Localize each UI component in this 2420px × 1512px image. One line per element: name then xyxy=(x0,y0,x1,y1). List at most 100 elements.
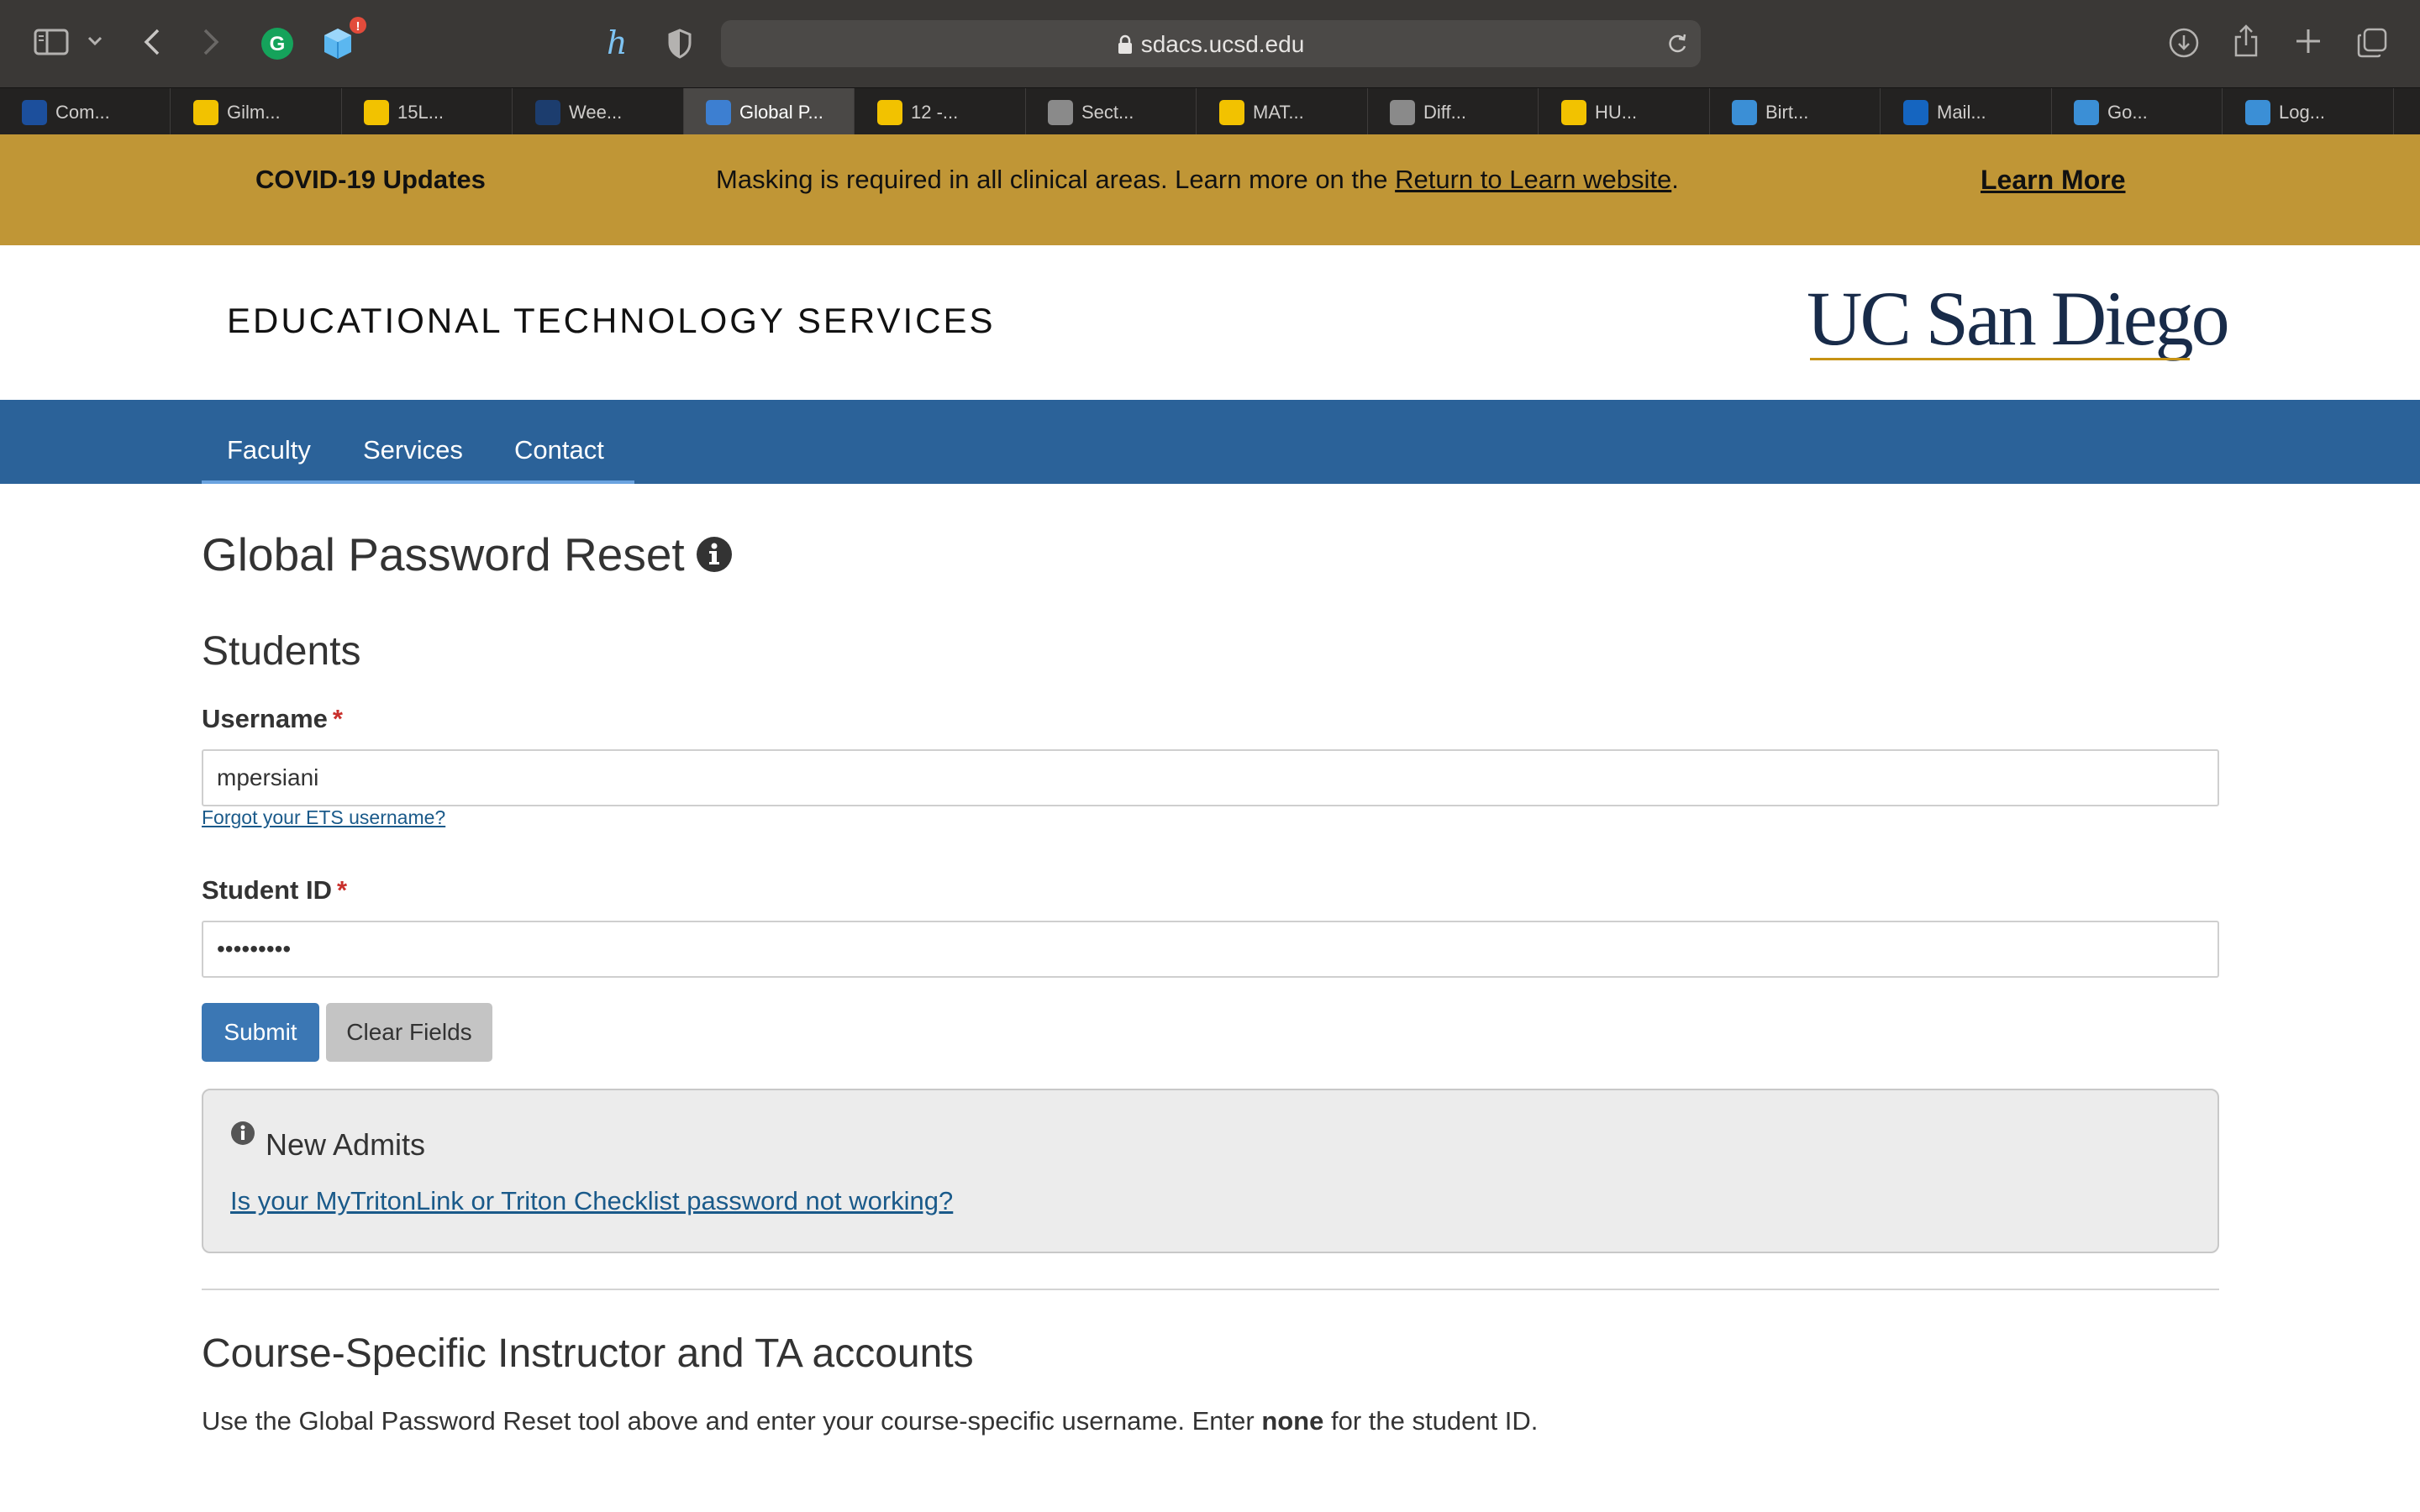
required-mark: * xyxy=(337,875,348,905)
browser-tab-label: 15L... xyxy=(397,102,445,123)
browser-tab[interactable]: 15L... xyxy=(342,88,513,135)
bird-icon xyxy=(1732,100,1757,125)
course-accounts-text: Use the Global Password Reset tool above… xyxy=(202,1406,1538,1436)
svg-text:!: ! xyxy=(356,19,360,34)
browser-tab[interactable]: Go... xyxy=(2052,88,2223,135)
covid-message-text: Masking is required in all clinical area… xyxy=(716,165,1396,194)
username-input[interactable] xyxy=(202,749,2219,806)
canvas-stripes-icon xyxy=(1219,100,1244,125)
student-id-input[interactable] xyxy=(202,921,2219,978)
browser-tab-label: Sect... xyxy=(1081,102,1134,123)
browser-tab[interactable]: Birt... xyxy=(1710,88,1881,135)
course-text-none: none xyxy=(1261,1406,1324,1436)
browser-tab-label: Global P... xyxy=(739,102,823,123)
forward-icon[interactable] xyxy=(202,27,220,57)
nav-item-services[interactable]: Services xyxy=(363,435,463,465)
grammarly-icon[interactable]: G xyxy=(260,27,294,60)
browser-tab-label: Go... xyxy=(2107,102,2148,123)
return-to-learn-link[interactable]: Return to Learn website xyxy=(1395,165,1671,194)
canvas-stripes-icon xyxy=(193,100,218,125)
username-label-text: Username xyxy=(202,704,328,733)
browser-tab[interactable]: MAT... xyxy=(1197,88,1368,135)
course-accounts-heading: Course-Specific Instructor and TA accoun… xyxy=(202,1331,974,1376)
submit-button[interactable]: Submit xyxy=(202,1003,319,1062)
qualtrics-icon xyxy=(706,100,731,125)
covid-banner-title: COVID-19 Updates xyxy=(255,165,486,194)
new-admits-panel: New Admits Is your MyTritonLink or Trito… xyxy=(202,1089,2219,1253)
privacy-shield-icon[interactable] xyxy=(667,29,692,59)
covid-banner: COVID-19 Updates Masking is required in … xyxy=(0,134,2420,245)
browser-tab-label: Birt... xyxy=(1765,102,1809,123)
nav-active-underline xyxy=(202,480,634,484)
browser-tab[interactable]: Sect... xyxy=(1026,88,1197,135)
student-id-label-text: Student ID xyxy=(202,875,332,905)
svg-text:h: h xyxy=(607,25,627,60)
new-tab-icon[interactable] xyxy=(2294,27,2323,55)
browser-tab[interactable]: Gilm... xyxy=(171,88,342,135)
logo-underline xyxy=(1810,358,2190,360)
site-header: EDUCATIONAL TECHNOLOGY SERVICES UC San D… xyxy=(0,245,2420,400)
info-icon[interactable] xyxy=(696,536,733,577)
browser-tab[interactable]: Global P... xyxy=(684,88,855,135)
svg-text:G: G xyxy=(270,33,286,55)
canvas-stripes-icon xyxy=(1561,100,1586,125)
clear-fields-button[interactable]: Clear Fields xyxy=(326,1003,492,1062)
cse-icon xyxy=(535,100,560,125)
info-icon xyxy=(230,1121,255,1150)
letter-z-icon xyxy=(1048,100,1073,125)
browser-tab-label: Diff... xyxy=(1423,102,1466,123)
ucsd-logo[interactable]: UC San Diego xyxy=(1807,274,2230,366)
browser-tab[interactable]: Log... xyxy=(2223,88,2394,135)
browser-tab[interactable]: Diff... xyxy=(1368,88,1539,135)
browser-tab-label: Com... xyxy=(55,102,110,123)
nav-item-contact[interactable]: Contact xyxy=(514,435,604,465)
reload-icon[interactable] xyxy=(1665,32,1689,60)
extension-box-icon[interactable]: ! xyxy=(321,17,370,62)
covid-banner-message: Masking is required in all clinical area… xyxy=(716,165,1679,195)
back-icon[interactable] xyxy=(143,27,161,57)
ucsd-logo-text: UC San Diego xyxy=(1807,276,2230,361)
gradescope-icon xyxy=(2245,100,2270,125)
browser-tab-label: Wee... xyxy=(569,102,623,123)
new-admits-title: New Admits xyxy=(266,1127,426,1162)
department-title[interactable]: EDUCATIONAL TECHNOLOGY SERVICES xyxy=(227,301,996,341)
downloads-icon[interactable] xyxy=(2168,27,2200,59)
required-mark: * xyxy=(332,704,343,733)
nav-item-faculty[interactable]: Faculty xyxy=(227,435,311,465)
browser-tab[interactable]: Mail... xyxy=(1881,88,2052,135)
address-bar[interactable]: sdacs.ucsd.edu xyxy=(721,20,1701,67)
tab-overview-icon[interactable] xyxy=(2356,27,2388,59)
chevron-down-icon[interactable] xyxy=(87,35,103,47)
browser-tab-label: Gilm... xyxy=(227,102,281,123)
sidebar-toggle-icon[interactable] xyxy=(34,29,69,55)
canvas-stripes-icon xyxy=(877,100,902,125)
browser-tab[interactable]: 12 -... xyxy=(855,88,1026,135)
mytritonlink-password-link[interactable]: Is your MyTritonLink or Triton Checklist… xyxy=(230,1186,953,1216)
canvas-stripes-icon xyxy=(364,100,389,125)
browser-tab-label: MAT... xyxy=(1253,102,1304,123)
browser-tab[interactable]: Wee... xyxy=(513,88,684,135)
letter-l-icon xyxy=(1390,100,1415,125)
student-id-label: Student ID * xyxy=(202,875,347,906)
lock-icon xyxy=(1118,34,1133,60)
main-nav: Faculty Services Contact xyxy=(0,400,2420,484)
course-text-start: Use the Global Password Reset tool above… xyxy=(202,1406,1262,1436)
section-divider xyxy=(202,1289,2219,1290)
forgot-username-link[interactable]: Forgot your ETS username? xyxy=(202,806,445,829)
share-icon[interactable] xyxy=(2232,24,2260,59)
learn-more-link[interactable]: Learn More xyxy=(1981,165,2125,196)
browser-tab-label: 12 -... xyxy=(911,102,959,123)
honey-extension-icon[interactable]: h xyxy=(603,25,634,60)
outlook-icon xyxy=(1903,100,1928,125)
page-title: Global Password Reset xyxy=(202,528,685,580)
browser-tab[interactable]: HU... xyxy=(1539,88,1710,135)
gradescope-icon xyxy=(2074,100,2099,125)
students-heading: Students xyxy=(202,629,361,674)
ece-ucsd-icon xyxy=(22,100,47,125)
browser-tab-label: Log... xyxy=(2279,102,2326,123)
course-text-end: for the student ID. xyxy=(1323,1406,1539,1436)
url-text: sdacs.ucsd.edu xyxy=(1140,31,1305,57)
browser-tab[interactable]: Com... xyxy=(0,88,171,135)
covid-message-end: . xyxy=(1671,165,1679,194)
tab-strip: Com... Gilm... 15L... Wee... Global P... 12 -… xyxy=(0,87,2420,135)
